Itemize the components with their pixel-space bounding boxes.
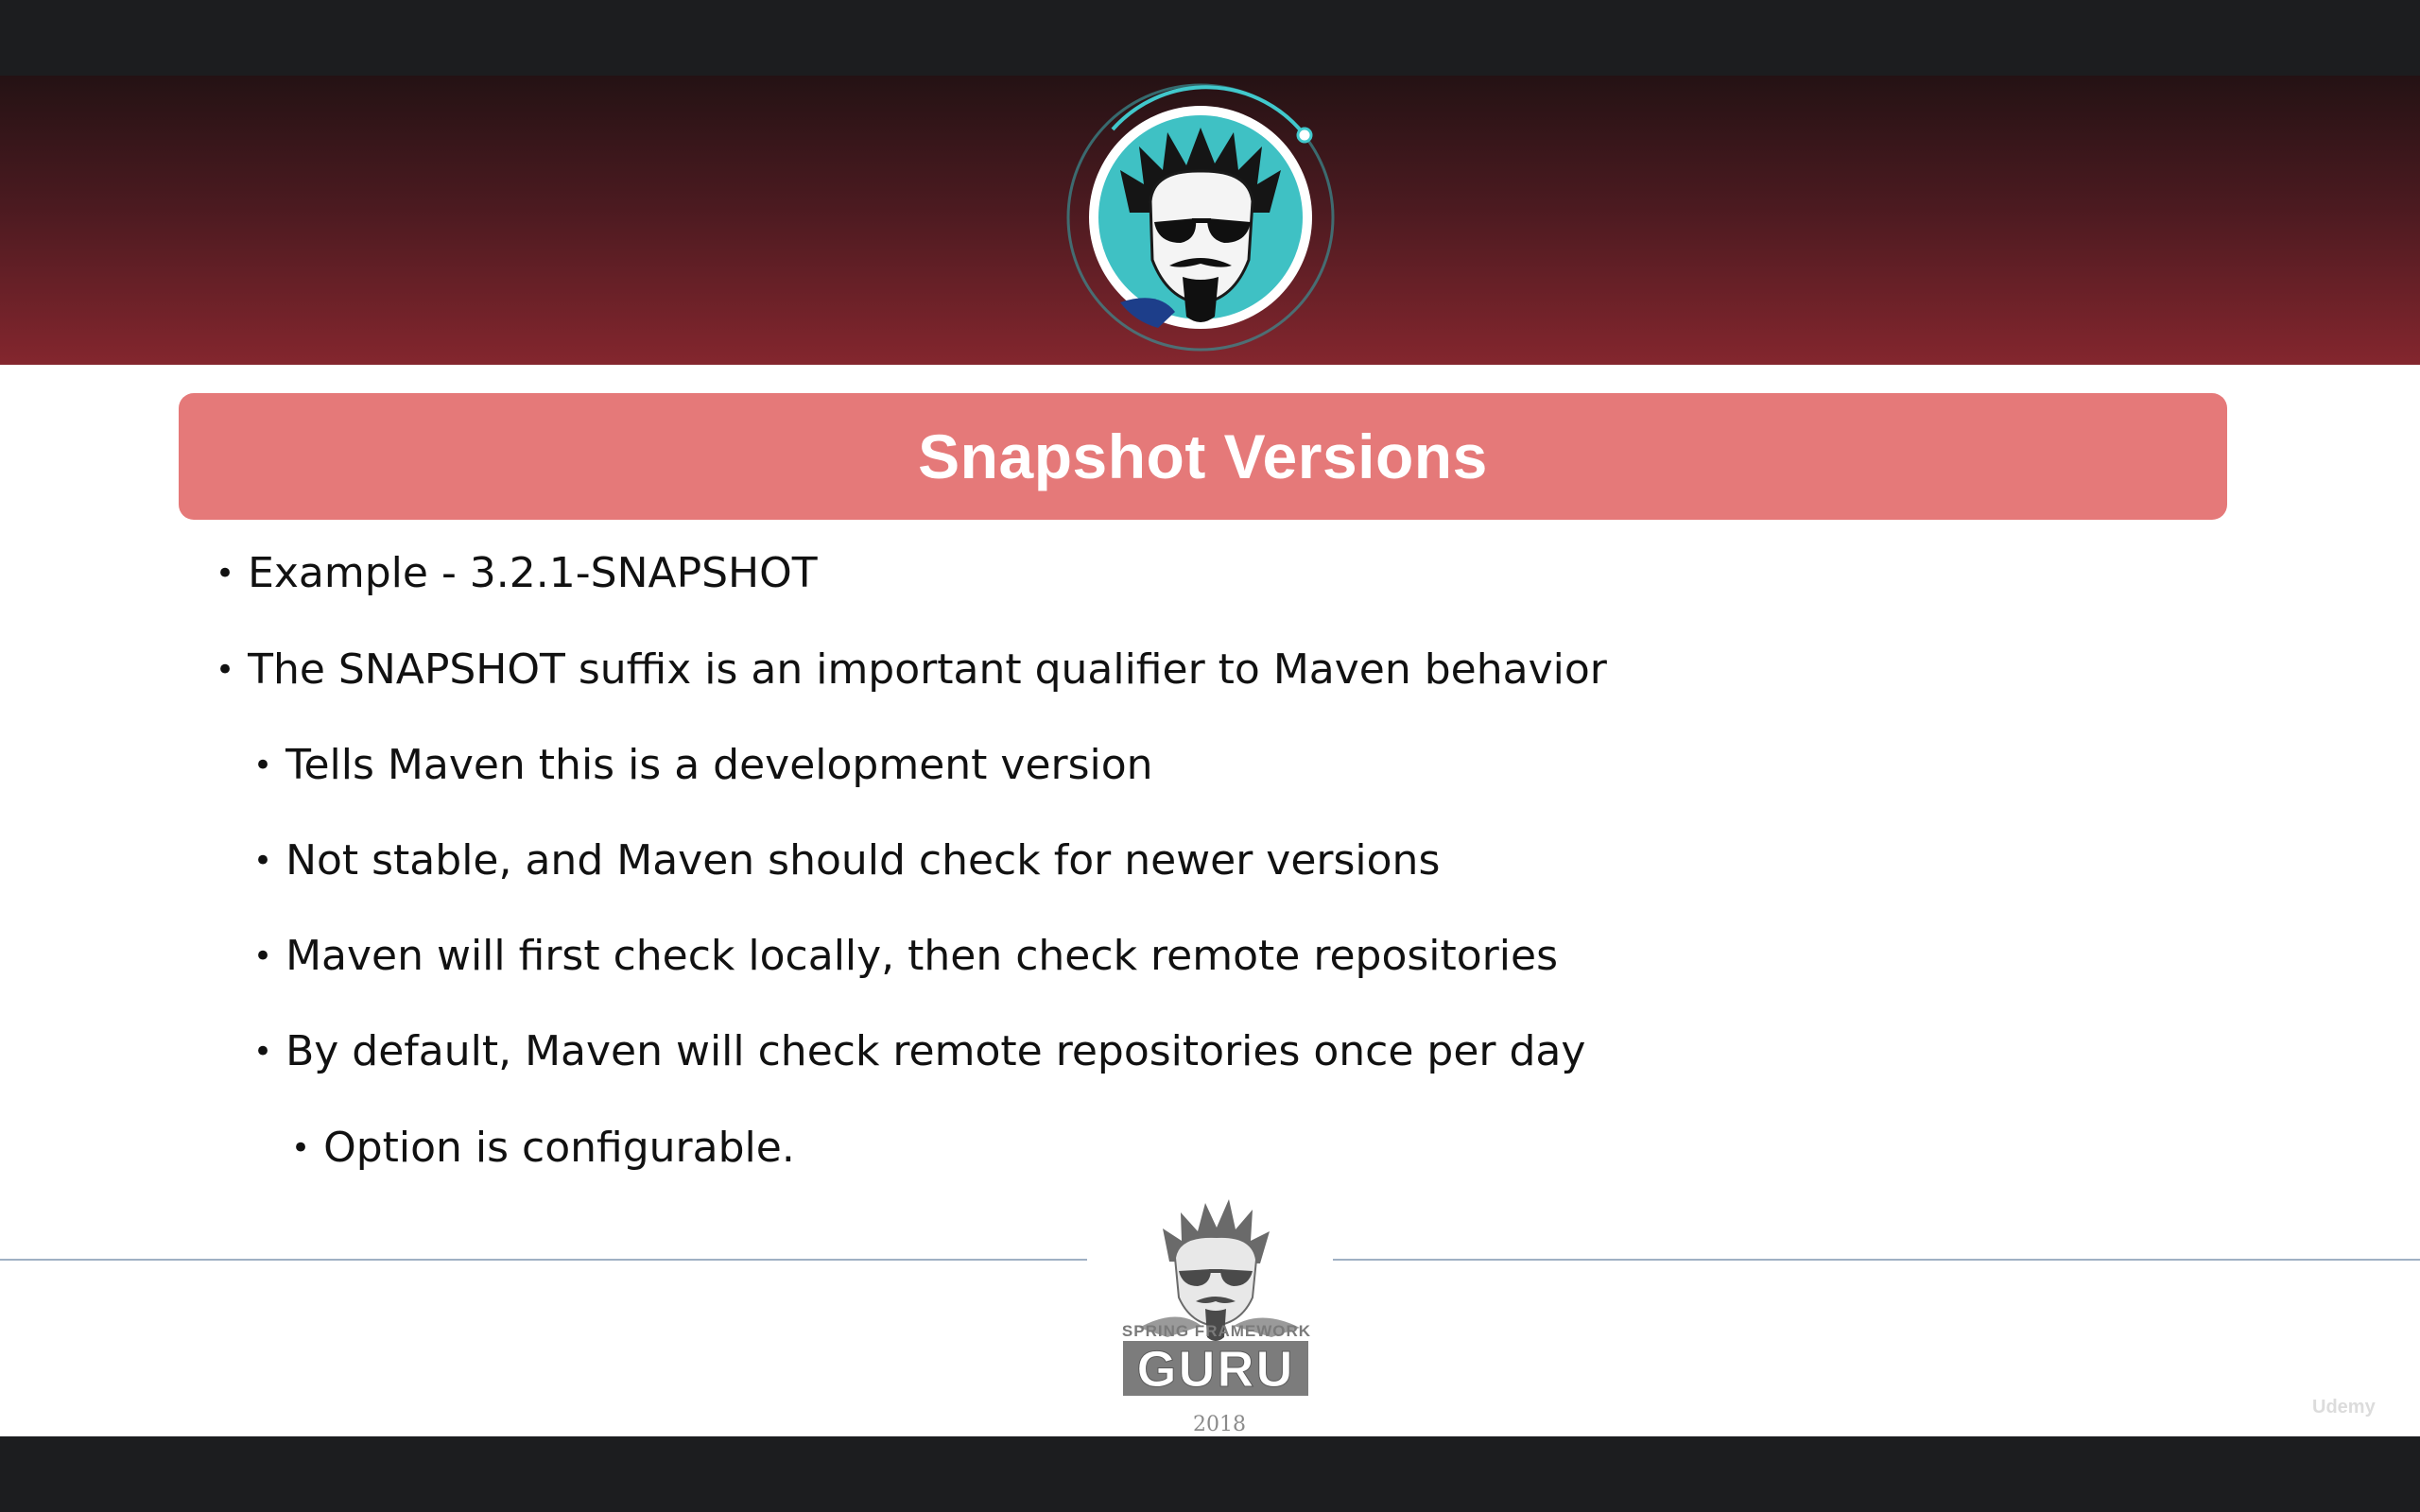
footer-divider-left xyxy=(0,1259,1087,1261)
bullet-item: • Not stable, and Maven should check for … xyxy=(253,833,1440,892)
bullet-text: Maven will first check locally, then che… xyxy=(285,932,1558,980)
bullet-item: • Option is configurable. xyxy=(291,1120,795,1179)
slide-title: Snapshot Versions xyxy=(918,421,1488,491)
bullet-glyph: • xyxy=(291,1129,311,1167)
bullet-text: The SNAPSHOT suffix is an important qual… xyxy=(248,645,1607,694)
video-letterbox-bottom xyxy=(0,1436,2420,1512)
footer-divider-right xyxy=(1333,1259,2420,1261)
bullet-glyph: • xyxy=(216,555,235,593)
bullet-text: Not stable, and Maven should check for n… xyxy=(285,836,1441,885)
logo-wordmark: GURU xyxy=(1137,1341,1295,1398)
bullet-item: • By default, Maven will check remote rep… xyxy=(253,1023,1585,1083)
bullet-glyph: • xyxy=(253,937,273,975)
footer-year: 2018 xyxy=(1193,1413,1246,1436)
bullet-item: • Maven will first check locally, then ch… xyxy=(253,928,1558,988)
guru-avatar-icon xyxy=(1063,80,1338,354)
video-letterbox-top xyxy=(0,0,2420,76)
bullet-text: By default, Maven will check remote repo… xyxy=(285,1027,1586,1075)
bullet-glyph: • xyxy=(216,651,235,689)
udemy-watermark: Udemy xyxy=(2312,1397,2376,1418)
bullet-item: • Tells Maven this is a development versi… xyxy=(253,737,1153,797)
bullet-text: Option is configurable. xyxy=(323,1124,795,1172)
bullet-glyph: • xyxy=(253,1033,273,1071)
logo-tagline: SPRING FRAMEWORK xyxy=(1122,1322,1311,1340)
bullet-text: Tells Maven this is a development versio… xyxy=(285,741,1153,789)
bullet-item: • The SNAPSHOT suffix is an important qua… xyxy=(216,642,1607,701)
spring-framework-guru-logo: SPRING FRAMEWORK GURU xyxy=(1111,1186,1319,1403)
bullet-glyph: • xyxy=(253,842,273,880)
slide-title-bar: Snapshot Versions xyxy=(179,393,2227,520)
bullet-text: Example - 3.2.1-SNAPSHOT xyxy=(248,549,818,597)
bullet-item: • Example - 3.2.1-SNAPSHOT xyxy=(216,545,818,605)
bullet-glyph: • xyxy=(253,747,273,784)
